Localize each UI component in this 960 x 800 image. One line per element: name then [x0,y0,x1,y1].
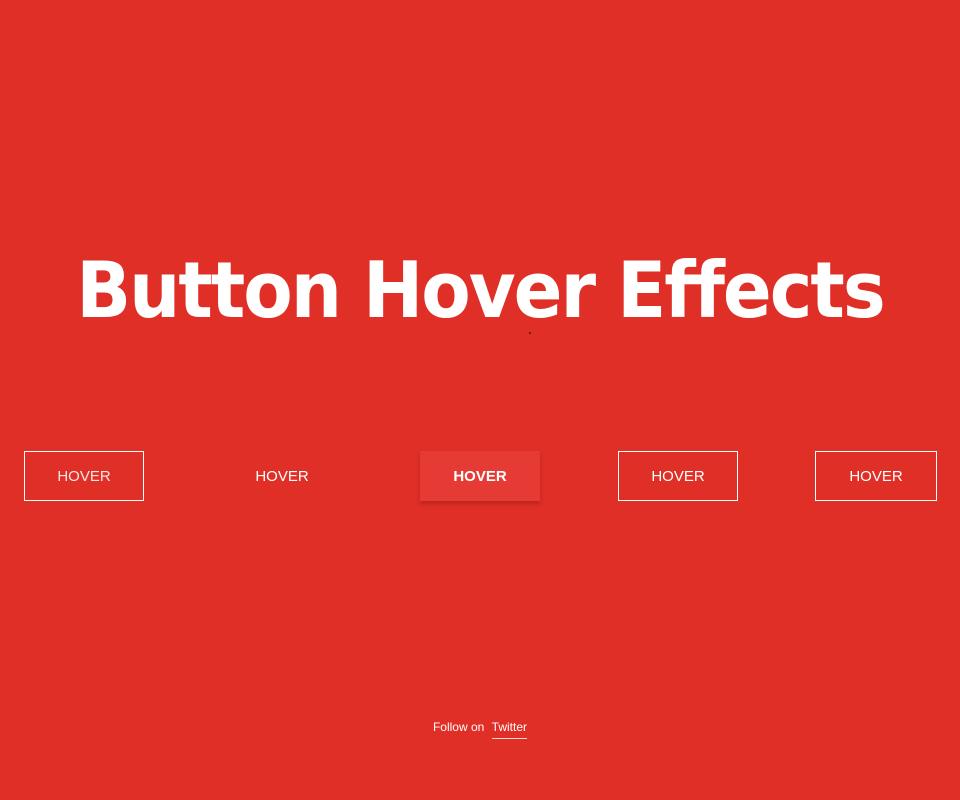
hover-button-2[interactable]: HOVER [222,451,342,501]
footer-prefix: Follow on [432,720,485,734]
page: Button Hover Effects HOVER HOVER HOVER H… [0,0,960,800]
page-title: Button Hover Effects [76,244,885,336]
hover-button-4[interactable]: HOVER [618,451,738,501]
hover-button-2-label: HOVER [255,467,309,485]
hover-button-4-label: HOVER [651,467,705,485]
hover-button-1-label: HOVER [57,467,111,485]
hover-button-3[interactable]: HOVER [420,451,540,501]
twitter-link[interactable]: Twitter [491,720,528,739]
hover-button-1[interactable]: HOVER [24,451,144,501]
footer: Follow on Twitter [0,720,960,739]
hover-button-5-label: HOVER [849,467,903,485]
hover-button-3-label: HOVER [453,467,507,485]
hover-button-5[interactable]: HOVER [815,451,937,501]
cursor-dot [529,332,531,334]
